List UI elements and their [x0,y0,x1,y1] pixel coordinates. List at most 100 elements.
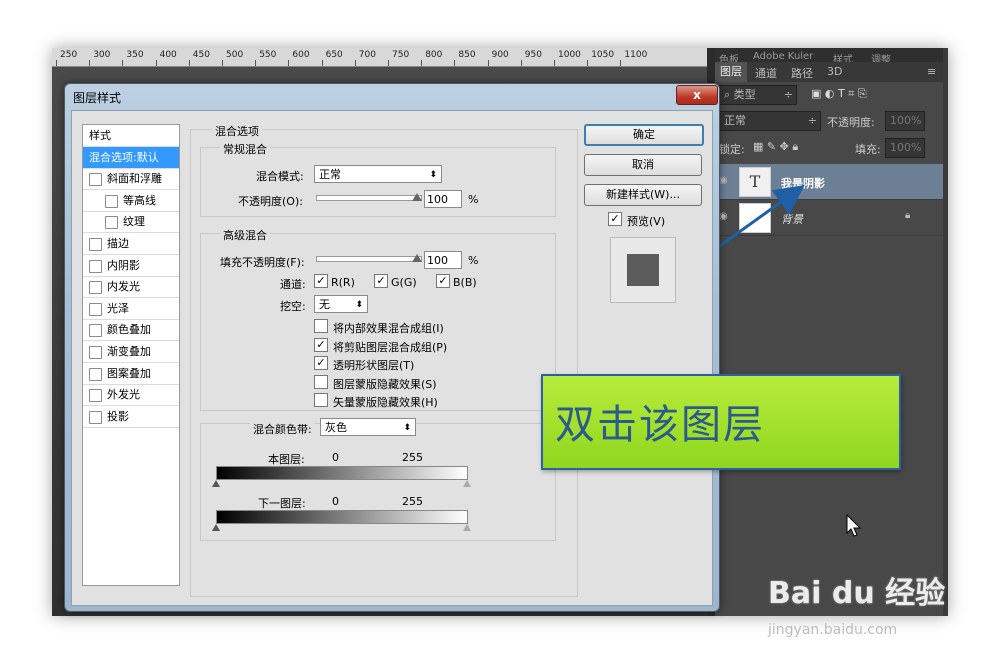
style-item[interactable]: 颜色叠加 [83,319,179,342]
instruction-callout: 双击该图层 [541,374,901,470]
style-item[interactable]: 样式 [83,125,179,147]
style-item-label: 图案叠加 [107,366,151,380]
fill-opacity-label: 填充不透明度(F): [220,256,305,269]
style-item-label: 内阴影 [107,258,140,272]
style-item-label: 样式 [89,129,111,142]
new-style-button[interactable]: 新建样式(W)... [584,184,702,206]
style-checkbox[interactable] [105,216,118,230]
blend-mode-label: 混合模式: [256,170,304,183]
style-checkbox[interactable] [89,367,102,381]
style-checkbox[interactable] [89,281,102,295]
slider-thumb[interactable] [412,254,422,262]
style-item[interactable]: 外发光 [83,384,179,407]
style-item-label: 投影 [107,409,129,423]
slider-thumb[interactable] [412,193,422,201]
advanced-blending-title: 高级混合 [220,227,270,243]
style-checkbox[interactable] [89,346,102,359]
channel-b-label: B(B) [453,276,477,289]
black-slider-triangle[interactable] [212,524,220,531]
this-layer-gradient[interactable] [216,466,468,480]
channel-g-checkbox[interactable]: ✓ [374,274,388,288]
dialog-title: 图层样式 [73,91,122,105]
style-list: 样式混合选项:默认斜面和浮雕等高线纹理描边内阴影内发光光泽颜色叠加渐变叠加图案叠… [82,124,180,586]
percent-sign: % [468,193,479,206]
style-item[interactable]: 投影 [83,406,179,428]
watermark-url: jingyan.baidu.com [768,622,898,638]
white-slider-triangle[interactable] [463,480,471,487]
option-checkbox[interactable] [314,393,328,407]
style-item[interactable]: 渐变叠加 [83,341,179,363]
layer-style-dialog: 图层样式 x 样式混合选项:默认斜面和浮雕等高线纹理描边内阴影内发光光泽颜色叠加… [64,83,720,612]
channel-r-label: R(R) [331,276,355,289]
ok-button[interactable]: 确定 [584,124,704,146]
style-item-label: 等高线 [123,193,156,207]
style-item[interactable]: 光泽 [83,298,179,320]
channel-g-label: G(G) [391,276,417,289]
knockout-select[interactable]: 无 ⬍ [314,295,368,313]
style-item[interactable]: 内发光 [83,276,179,299]
preview-label: 预览(V) [627,215,666,228]
blend-if-select[interactable]: 灰色 ⬍ [320,418,416,436]
style-item[interactable]: 纹理 [83,211,179,234]
blend-if-label: 混合颜色带: [250,421,315,437]
style-item-label: 外发光 [107,388,140,402]
close-button[interactable]: x [676,85,718,105]
style-checkbox[interactable] [89,238,102,251]
option-checkbox[interactable]: ✓ [314,337,328,352]
style-checkbox[interactable] [89,324,102,338]
opacity-input[interactable]: 100 [424,190,462,208]
option-checkbox[interactable]: ✓ [314,356,328,370]
callout-text: 双击该图层 [555,402,765,448]
option-label: 将剪贴图层混合成组(P) [333,340,448,354]
general-blending-title: 常规混合 [220,141,270,157]
this-layer-max: 255 [402,451,423,464]
cancel-button[interactable]: 取消 [584,154,702,176]
preview-swatch [627,254,659,286]
style-checkbox[interactable] [105,194,118,208]
style-item[interactable]: 图案叠加 [83,363,179,385]
channels-label: 通道: [280,278,306,291]
opacity-slider[interactable] [316,193,422,201]
style-item-label: 光泽 [107,301,129,315]
fill-opacity-input[interactable]: 100 [424,251,462,269]
style-checkbox[interactable] [89,389,102,403]
style-item[interactable]: 等高线 [83,190,179,212]
blend-mode-select[interactable]: 正常 ⬍ [314,165,442,183]
style-checkbox[interactable] [89,302,102,316]
watermark-brand: Bai du 经验 [768,576,946,611]
baidu-watermark: Bai du 经验 jingyan.baidu.com [768,564,968,644]
style-item-label: 斜面和浮雕 [107,172,162,186]
option-checkbox[interactable] [314,374,328,389]
style-item-label: 颜色叠加 [107,323,151,337]
underlying-layer-gradient[interactable] [216,510,468,524]
style-item-label: 描边 [107,237,129,250]
blend-if-value: 灰色 [325,421,347,434]
blend-options-title: 混合选项 [212,123,262,139]
style-item[interactable]: 内阴影 [83,255,179,277]
style-item[interactable]: 描边 [83,233,179,255]
option-checkbox[interactable] [314,319,328,333]
black-slider-triangle[interactable] [212,480,220,487]
this-layer-label: 本图层: [268,453,305,466]
select-arrows-icon: ⬍ [429,170,437,180]
mouse-cursor-icon [846,514,862,537]
style-checkbox[interactable] [89,410,102,424]
this-layer-min: 0 [332,451,339,464]
fill-opacity-slider[interactable] [316,254,422,262]
option-label: 图层蒙版隐藏效果(S) [333,377,437,391]
style-checkbox[interactable] [89,259,102,273]
select-arrows-icon: ⬍ [355,300,363,310]
white-slider-triangle[interactable] [463,524,471,531]
channel-b-checkbox[interactable]: ✓ [436,274,450,288]
style-item[interactable]: 斜面和浮雕 [83,168,179,191]
percent-sign: % [468,254,479,267]
style-item[interactable]: 混合选项:默认 [83,146,179,169]
channel-r-checkbox[interactable]: ✓ [314,274,328,288]
preview-thumbnail [610,237,676,303]
style-item-label: 渐变叠加 [107,345,151,358]
option-label: 透明形状图层(T) [333,359,415,372]
opacity-label: 不透明度(O): [238,195,303,208]
blend-mode-value: 正常 [319,168,341,181]
preview-checkbox[interactable]: ✓ [608,212,622,226]
style-checkbox[interactable] [89,173,102,187]
